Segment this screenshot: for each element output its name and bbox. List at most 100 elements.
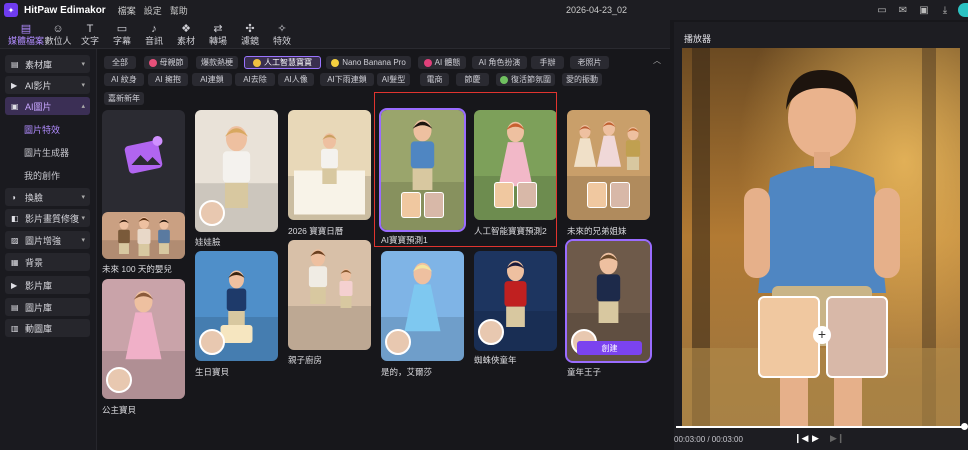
card-label: 是的，艾爾莎: [381, 367, 433, 377]
effect-card-kitchen[interactable]: [288, 240, 371, 350]
card-label: 2026 寶寶日曆: [288, 226, 344, 236]
filter-tag[interactable]: Nano Banana Pro: [326, 56, 411, 69]
menu-settings[interactable]: 設定: [144, 4, 162, 17]
feedback-icon[interactable]: ✉: [895, 2, 911, 18]
chevron-down-icon: ▾: [81, 215, 85, 222]
chevron-down-icon: ▴: [81, 103, 85, 110]
tool-label: 文字: [80, 36, 99, 46]
sidebar-item-video-repair[interactable]: ◧ 影片畫質修復 ▾: [5, 209, 90, 227]
tool-effects[interactable]: ✧ 特效: [266, 20, 298, 47]
filter-tag[interactable]: 人工智慧寶寶: [244, 56, 321, 69]
monitor-icon[interactable]: ▣: [916, 2, 932, 18]
filter-tag[interactable]: 電商: [420, 73, 449, 86]
play-icon[interactable]: ▶: [812, 433, 819, 444]
filter-tag[interactable]: 全部: [104, 56, 136, 69]
face-avatar: [199, 329, 225, 355]
tool-elements[interactable]: ❖ 素材: [170, 20, 202, 47]
filter-tag-label: AI人像: [284, 75, 308, 84]
filter-tag[interactable]: 爆款熱梗: [196, 56, 238, 69]
next-frame-icon[interactable]: ▶❙: [830, 433, 844, 444]
filter-tag[interactable]: 嘉新新年: [104, 92, 144, 105]
effect-card-calendar[interactable]: [288, 110, 371, 220]
sidebar-subitem[interactable]: 圖片特效: [24, 123, 60, 136]
filter-tag[interactable]: 老照片: [570, 56, 609, 69]
filter-tag[interactable]: 愛的振動: [562, 73, 602, 86]
filter-tag-label: 嘉新新年: [108, 94, 140, 103]
sidebar-item-enhance[interactable]: ▨ 圖片增強 ▾: [5, 231, 90, 249]
menu-help[interactable]: 幫助: [170, 4, 188, 17]
face-thumb-mother[interactable]: [826, 296, 888, 378]
filter-tag[interactable]: 復活節氛圍: [496, 73, 555, 86]
sidebar-subitem[interactable]: 我的創作: [24, 169, 60, 182]
effect-card-elsa[interactable]: [381, 251, 464, 361]
sidebar-item-label: 影片畫質修復: [25, 213, 80, 224]
preview-image: [682, 48, 960, 426]
title-bar: ✦ HitPaw Edimakor 檔案 設定 幫助 2026-04-23_02…: [0, 0, 968, 20]
tool-filter[interactable]: ✣ 濾鏡: [234, 20, 266, 47]
progress-knob[interactable]: [961, 423, 968, 430]
filter-tag[interactable]: AI 紋身: [104, 73, 144, 86]
progress-bar[interactable]: [676, 426, 964, 428]
player-preview[interactable]: +: [682, 48, 960, 426]
filter-tag-label: 電商: [426, 75, 443, 84]
effect-card-spider[interactable]: [474, 251, 557, 351]
tool-subtitle[interactable]: ▭ 字幕: [106, 20, 138, 47]
sidebar-item-background[interactable]: ▦ 背景: [5, 253, 90, 271]
collapse-tags-icon[interactable]: ︿: [653, 55, 661, 66]
effect-card-custom[interactable]: [102, 110, 185, 220]
account-icon[interactable]: [958, 3, 968, 17]
filter-tag[interactable]: AI 角色扮演: [472, 56, 527, 69]
gif-library-icon: ▥: [11, 323, 19, 333]
tool-label: 轉場: [208, 36, 227, 46]
avatar-icon: ☺: [52, 23, 64, 35]
sidebar-item-gif-library[interactable]: ▥ 動圖庫: [5, 319, 90, 337]
sidebar-item-video[interactable]: ▶ AI影片 ▾: [5, 76, 90, 94]
sidebar-item-video-library[interactable]: ▶ 影片庫: [5, 276, 90, 294]
filter-tag[interactable]: AI髮型: [377, 73, 410, 86]
sidebar-subitem[interactable]: 圖片生成器: [24, 146, 69, 159]
effect-card-princess[interactable]: [102, 279, 185, 399]
body-icon: [423, 58, 432, 67]
tool-avatar[interactable]: ☺ 數位人: [42, 20, 74, 47]
previous-frame-icon[interactable]: ❙◀: [794, 433, 808, 444]
filter-tag[interactable]: AI人像: [278, 73, 314, 86]
filter-tag[interactable]: AI下雨連鎖: [320, 73, 374, 86]
filter-tag[interactable]: 節慶: [456, 73, 489, 86]
tool-text[interactable]: T 文字: [74, 20, 106, 47]
tool-music[interactable]: ♪ 音訊: [138, 20, 170, 47]
effect-card-birthday[interactable]: [195, 251, 278, 361]
filter-tag-label: 愛的振動: [566, 75, 598, 84]
menu-bar: 檔案 設定 幫助: [118, 4, 188, 17]
effect-card-siblings[interactable]: [567, 110, 650, 220]
face-thumb-father[interactable]: [758, 296, 820, 378]
card-label: 娃娃臉: [195, 237, 221, 247]
filter-tag[interactable]: 母親節: [144, 56, 188, 69]
sidebar-item-face-swap[interactable]: ◑ 換臉 ▾: [5, 188, 90, 206]
effect-card-family[interactable]: [102, 212, 185, 259]
tool-folder[interactable]: ▤ 媒體檔案: [8, 20, 44, 47]
filter-tag[interactable]: AI連鎖: [192, 73, 232, 86]
video-icon: ▶: [11, 80, 18, 90]
card-thumbnail: [288, 110, 371, 220]
filter-tag-label: AI下雨連鎖: [327, 75, 367, 84]
create-button[interactable]: 創建: [577, 341, 642, 355]
filter-tag[interactable]: AI去除: [235, 73, 275, 86]
filter-tag[interactable]: AI 擁抱: [148, 73, 188, 86]
tool-transition[interactable]: ⇄ 轉場: [202, 20, 234, 47]
filter-tag-label: 節慶: [464, 75, 481, 84]
filter-tag-label: 全部: [112, 58, 128, 67]
filter-tag-label: AI 紋身: [111, 75, 137, 84]
face-avatar: [199, 200, 225, 226]
filter-tag[interactable]: AI 體態: [418, 56, 466, 69]
filter-tag[interactable]: 手辦: [531, 56, 564, 69]
sidebar-item-image[interactable]: ▣ AI圖片 ▴: [5, 97, 90, 115]
sidebar-item-label: 換臉: [25, 192, 44, 203]
easter-egg-icon: [500, 75, 508, 84]
effect-card-toddler[interactable]: [195, 110, 278, 232]
sidebar-item-label: AI圖片: [25, 101, 52, 112]
menu-file[interactable]: 檔案: [118, 4, 136, 17]
sidebar-item-folder[interactable]: ▤ 素材庫 ▾: [5, 55, 90, 73]
layout-icon[interactable]: ▭: [874, 2, 890, 18]
sidebar-item-image-library[interactable]: ▤ 圖片庫: [5, 298, 90, 316]
download-icon[interactable]: ⤓: [937, 2, 953, 18]
